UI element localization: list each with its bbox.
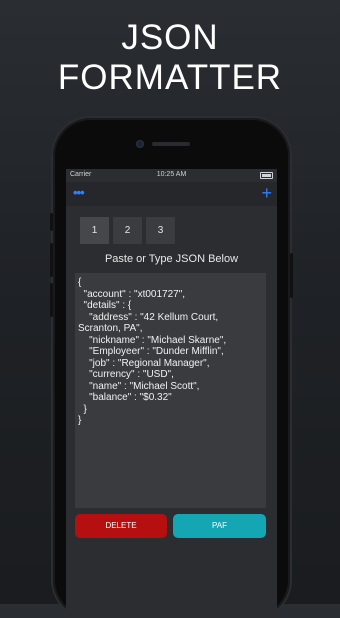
plus-icon[interactable]: + xyxy=(261,184,272,202)
navigation-bar: ••• + xyxy=(66,182,277,206)
promo-headline: JSON FORMATTER xyxy=(0,18,340,98)
mute-switch xyxy=(50,213,53,231)
tab-1[interactable]: 1 xyxy=(80,217,109,244)
clock: 10:25 AM xyxy=(156,171,187,178)
paf-button[interactable]: PAF xyxy=(173,514,266,538)
instruction-label: Paste or Type JSON Below xyxy=(104,253,239,265)
tab-label: 3 xyxy=(157,225,164,236)
tab-label: 2 xyxy=(124,225,131,236)
headline-line-1: JSON xyxy=(121,18,219,57)
power-button xyxy=(290,253,293,298)
earpiece-speaker xyxy=(152,142,190,146)
status-bar: Carrier 10:25 AM xyxy=(66,169,277,182)
app-screen: Carrier 10:25 AM ••• + 1 2 3 Paste or Ty… xyxy=(66,169,277,618)
battery-icon xyxy=(260,172,273,179)
ellipsis-icon[interactable]: ••• xyxy=(73,186,85,199)
volume-down-button xyxy=(50,283,53,317)
tab-2[interactable]: 2 xyxy=(113,217,142,244)
tab-label: 1 xyxy=(91,225,98,236)
headline-line-2: FORMATTER xyxy=(57,58,283,97)
delete-button[interactable]: DELETE xyxy=(75,514,167,538)
tab-3[interactable]: 3 xyxy=(146,217,175,244)
phone-frame: Carrier 10:25 AM ••• + 1 2 3 Paste or Ty… xyxy=(50,118,293,618)
volume-up-button xyxy=(50,243,53,277)
front-camera xyxy=(136,140,144,148)
json-editor[interactable]: { "account" : "xt001727", "details" : { … xyxy=(75,273,266,508)
